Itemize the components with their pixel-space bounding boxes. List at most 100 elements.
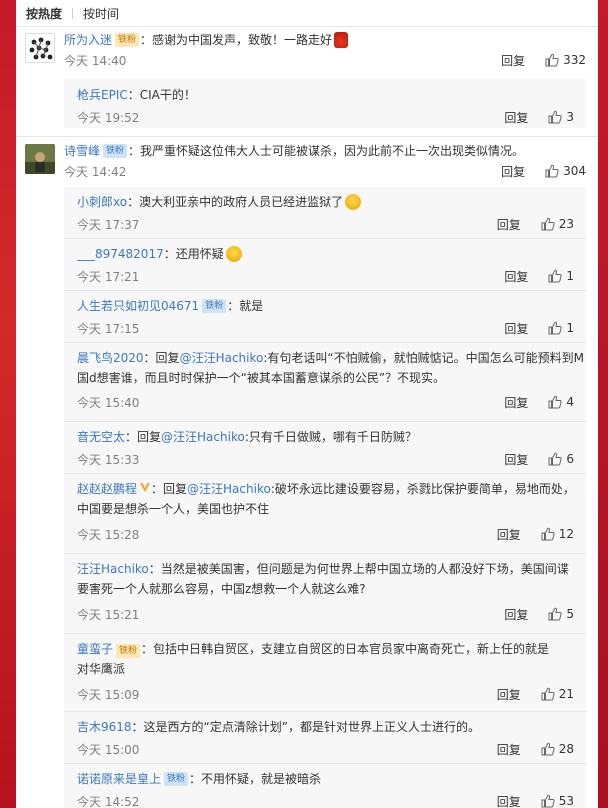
reply-username[interactable]: 音无空太 — [77, 430, 125, 444]
mention-link[interactable]: @汪汪Hachiko — [180, 351, 264, 365]
avatar[interactable] — [25, 33, 55, 63]
reply-button[interactable]: 回复 — [504, 394, 528, 411]
thumbs-up-icon — [541, 794, 555, 808]
reply-username[interactable]: 枪兵EPIC — [77, 85, 128, 105]
reply-username[interactable]: 小刺郎xo — [77, 192, 127, 212]
like-button[interactable]: 1 — [548, 269, 574, 283]
like-button[interactable]: 6 — [548, 452, 574, 466]
reply-prefix: ：回复 — [151, 482, 188, 496]
fan-badge[interactable]: 铁粉 — [103, 144, 128, 158]
comment-text: ：我严重怀疑这位伟大人士可能被谋杀，因为此前不止一次出现类似情况。 — [128, 144, 525, 158]
reply-username[interactable]: 吉木9618 — [77, 720, 132, 734]
reply-button[interactable]: 回复 — [504, 268, 528, 285]
mention-link[interactable]: @汪汪Hachiko — [187, 482, 271, 496]
mention-link[interactable]: @汪汪Hachiko — [161, 430, 245, 444]
like-count: 3 — [566, 110, 574, 124]
fan-badge[interactable]: 铁粉 — [116, 644, 141, 658]
like-button[interactable]: 3 — [548, 110, 574, 124]
reply-username[interactable]: 诺诺原来是皇上 — [77, 769, 161, 789]
reply-button[interactable]: 回复 — [504, 109, 528, 126]
reply-button[interactable]: 回复 — [497, 526, 521, 543]
avatar[interactable] — [25, 144, 55, 174]
comment-username[interactable]: 诗雪峰 — [64, 141, 100, 161]
fan-badge[interactable]: 铁粉 — [164, 772, 189, 786]
reply-button[interactable]: 回复 — [497, 741, 521, 758]
fan-badge[interactable]: 铁粉 — [202, 299, 227, 313]
reply-text: ：当然是被美国害，但问题是为何世界上帮中国立场的人都没好下场，美国间谍 — [148, 562, 569, 576]
reply-button[interactable]: 回复 — [504, 606, 528, 623]
thumbs-up-icon — [545, 164, 559, 178]
reply-username[interactable]: 晨飞鸟2020 — [77, 351, 144, 365]
thumbs-up-icon — [548, 321, 563, 335]
like-button[interactable]: 332 — [545, 53, 586, 67]
thumbs-up-icon — [548, 395, 563, 409]
like-button[interactable]: 1 — [548, 321, 574, 335]
reply-text: ：还用怀疑 — [163, 247, 224, 261]
reply-button[interactable]: 回复 — [501, 52, 525, 69]
comment-username[interactable]: 所为入迷 — [64, 30, 112, 50]
reply-list: 枪兵EPIC ：CIA干的！ 今天 19:52 回复 3 — [64, 79, 586, 128]
reply-time: 今天 15:40 — [77, 395, 140, 410]
like-button[interactable]: 28 — [541, 742, 574, 756]
thumbs-up-icon — [541, 687, 555, 701]
comment-item: 诗雪峰 铁粉 ：我严重怀疑这位伟大人士可能被谋杀，因为此前不止一次出现类似情况。… — [16, 139, 598, 181]
reply-time: 今天 15:28 — [77, 527, 140, 542]
reply-username[interactable]: 汪汪Hachiko — [77, 562, 149, 576]
reply-item: ___897482017 ：还用怀疑 今天 17:21 回复 1 — [64, 239, 586, 291]
fan-badge[interactable]: 铁粉 — [115, 33, 140, 47]
reply-username[interactable]: 童蛮子 — [77, 642, 113, 656]
reply-time: 今天 19:52 — [77, 110, 140, 125]
like-button[interactable]: 304 — [545, 164, 586, 178]
reply-item: 音无空太：回复@汪汪Hachiko:只有千日做贼，哪有千日防贼？ 今天 15:3… — [64, 422, 586, 474]
like-count: 21 — [558, 687, 574, 701]
like-button[interactable]: 23 — [541, 217, 574, 231]
sort-by-hot-tab[interactable]: 按热度 — [26, 5, 62, 22]
reply-text: ：就是 — [227, 299, 264, 313]
like-button[interactable]: 53 — [541, 794, 574, 808]
reply-text: :破坏永远比建设要容易，杀戮比保护要简单，易地而处， — [270, 482, 575, 496]
reply-button[interactable]: 回复 — [497, 216, 521, 233]
like-button[interactable]: 4 — [548, 395, 574, 409]
avatar-photo-icon — [25, 144, 55, 174]
reply-text: ：CIA干的！ — [127, 88, 196, 102]
sort-divider — [72, 7, 74, 19]
fan-badge-label: 铁粉 — [167, 774, 186, 784]
reply-username[interactable]: 人生若只如初见04671 — [77, 296, 199, 316]
reply-item: 人生若只如初见04671 铁粉 ：就是 今天 17:15 回复 1 — [64, 291, 586, 343]
reply-button[interactable]: 回复 — [504, 451, 528, 468]
reply-button[interactable]: 回复 — [497, 793, 521, 808]
grin-emoji-icon — [345, 194, 362, 210]
like-button[interactable]: 5 — [548, 607, 574, 621]
like-button[interactable]: 21 — [541, 687, 574, 701]
thumbs-up-icon — [541, 527, 555, 541]
like-count: 5 — [566, 607, 574, 621]
reply-item: 枪兵EPIC ：CIA干的！ 今天 19:52 回复 3 — [64, 79, 586, 128]
laugh-cry-emoji-icon — [225, 246, 242, 262]
like-count: 332 — [563, 53, 586, 67]
fan-badge-label: 铁粉 — [205, 301, 224, 311]
comment-divider — [16, 136, 598, 137]
reply-text: :有句老话叫“不怕贼偷，就怕贼惦记。中国怎么可能预料到M — [263, 351, 584, 365]
reply-time: 今天 17:37 — [77, 217, 140, 232]
reply-button[interactable]: 回复 — [504, 320, 528, 337]
like-button[interactable]: 12 — [541, 527, 574, 541]
like-count: 53 — [558, 794, 574, 808]
v-verified-icon — [140, 483, 151, 492]
avatar-pattern-icon — [26, 34, 54, 62]
reply-button[interactable]: 回复 — [501, 163, 525, 180]
thumbs-up-icon — [548, 452, 563, 466]
sort-by-time-tab[interactable]: 按时间 — [83, 5, 119, 22]
reply-button[interactable]: 回复 — [497, 686, 521, 703]
like-count: 6 — [566, 452, 574, 466]
reply-username[interactable]: 赵赵赵鹏程 — [77, 482, 137, 496]
thumbs-up-icon — [545, 53, 559, 67]
reply-prefix: ：回复 — [125, 430, 162, 444]
reply-item: 晨飞鸟2020：回复@汪汪Hachiko:有句老话叫“不怕贼偷，就怕贼惦记。中国… — [64, 343, 586, 422]
like-count: 304 — [563, 164, 586, 178]
like-count: 1 — [566, 321, 574, 335]
reply-item: 小刺郎xo ：澳大利亚亲中的政府人员已经进监狱了 今天 17:37 回复 23 — [64, 187, 586, 239]
reply-username[interactable]: ___897482017 — [77, 244, 164, 264]
reply-text: ：不用怀疑，就是被暗杀 — [189, 772, 322, 786]
reply-text-cont: 要害死一个人就那么容易，中国z想救一个人就这么难? — [77, 582, 366, 596]
comment-meta: 今天 14:42 回复 304 — [64, 161, 586, 181]
